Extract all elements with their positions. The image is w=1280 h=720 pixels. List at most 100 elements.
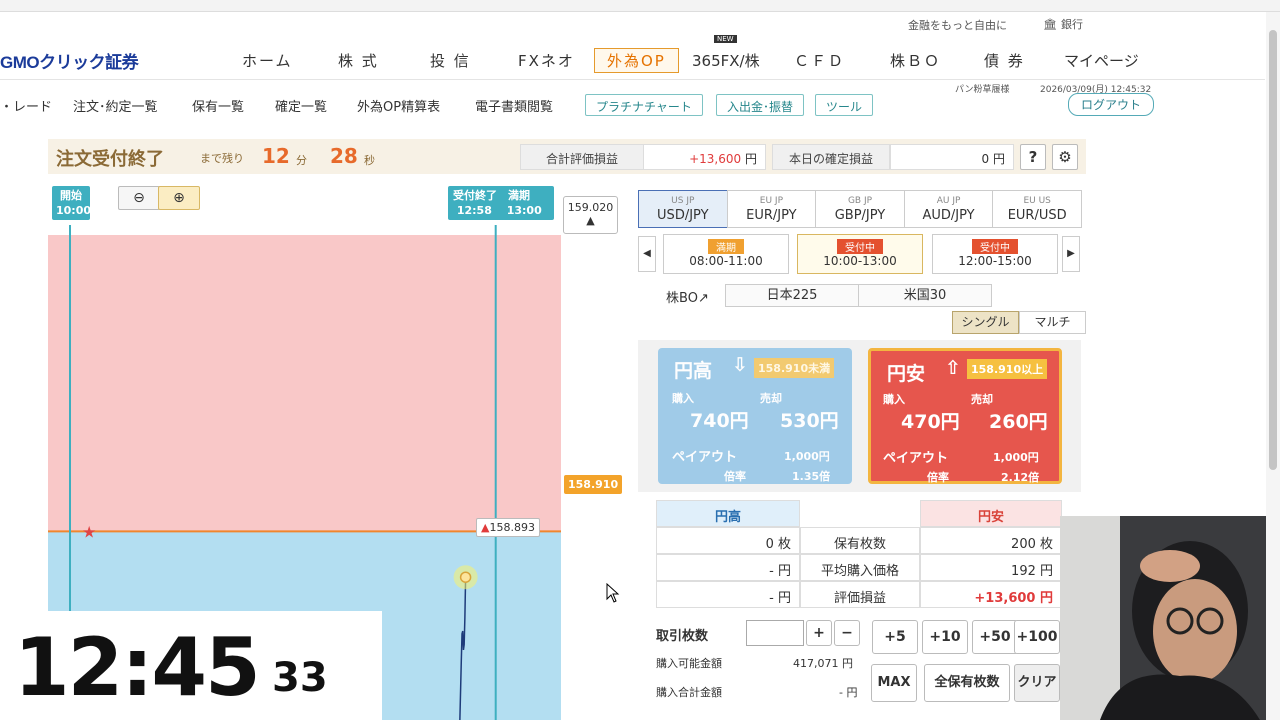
pair-label: AUD/JPY [922, 208, 975, 223]
us30-button[interactable]: 米国30 [858, 284, 992, 307]
deposit-button[interactable]: 入出金･振替 [716, 94, 805, 116]
start-marker-time: 10:00 [56, 204, 92, 217]
subnav-trade[interactable]: ・レード [0, 96, 52, 115]
time-slot-selector: ◀ 満期 08:00-11:00 受付中 10:00-13:00 受付中 12:00-… [638, 234, 1081, 274]
pair-label: GBP/JPY [834, 208, 886, 223]
mode-single-tab[interactable]: シングル [952, 311, 1019, 334]
buy-price[interactable]: 470円 [901, 407, 960, 434]
zoom-in-button[interactable]: ⊕ [158, 186, 200, 210]
pair-tab-gbpjpy[interactable]: GB JP GBP/JPY [815, 190, 905, 228]
expiry-marker-time: 13:00 [506, 204, 542, 217]
total-pl-label: 合計評価損益 [520, 144, 644, 170]
sell-price[interactable]: 260円 [989, 407, 1048, 434]
add-10-button[interactable]: +10 [922, 620, 968, 654]
pair-tab-audjpy[interactable]: AU JP AUD/JPY [903, 190, 994, 228]
end-marker-label: 受付終了 [453, 189, 497, 202]
yen-down-card[interactable]: 円安 ⇧ 158.910以上 購入 売却 470円 260円 ペイアウト 1,0… [868, 348, 1062, 484]
subnav-holdings[interactable]: 保有一覧 [192, 96, 244, 115]
mode-multi-tab[interactable]: マルチ [1019, 311, 1086, 334]
end-marker: 受付終了 満期 12:58 13:00 [448, 186, 554, 220]
scroll-up-icon: ▲ [586, 214, 595, 227]
pair-tab-eurusd[interactable]: EU US EUR/USD [992, 190, 1082, 228]
order-closed-title: 注文受付終了 [56, 149, 164, 170]
add-5-button[interactable]: +5 [872, 620, 918, 654]
user-name: パン粉草履様 [955, 85, 1010, 95]
payout-value: 1,000円 [784, 450, 830, 463]
settings-gear-icon[interactable]: ⚙ [1052, 144, 1078, 170]
nav-fxop[interactable]: 外為OP [594, 48, 679, 73]
start-marker-label: 開始 [60, 189, 82, 202]
slot-next-icon[interactable]: ▶ [1062, 236, 1080, 272]
time-slot-2[interactable]: 受付中 10:00-13:00 [797, 234, 923, 274]
current-price-dot [459, 571, 472, 583]
subnav-orders[interactable]: 注文･約定一覧 [73, 96, 158, 115]
quantity-area: 取引枚数 + − +5 +10 +50 +100 購入可能金額 417,071 … [656, 618, 1060, 718]
page-scrollbar[interactable] [1266, 12, 1280, 720]
nav-home[interactable]: ホーム [242, 50, 293, 71]
total-value: - 円 [839, 686, 858, 699]
external-arrow-icon: ↗ [697, 291, 709, 306]
logo[interactable]: GMOクリック証券 [0, 48, 139, 73]
buy-label: 購入 [672, 392, 694, 405]
row-label-pl: 評価損益 [800, 581, 920, 608]
sell-label: 売却 [971, 393, 993, 406]
scrollbar-thumb[interactable] [1269, 30, 1277, 470]
slot-time: 10:00-13:00 [823, 254, 897, 268]
nikkei225-button[interactable]: 日本225 [725, 284, 859, 307]
down-holdings: 200 枚 [920, 527, 1062, 554]
nav-funds[interactable]: 投 信 [430, 50, 471, 71]
stockbo-link[interactable]: 株BO↗ [666, 287, 709, 306]
card-title: 円安 [887, 363, 926, 385]
quantity-input[interactable] [746, 620, 804, 646]
remain-label: まで残り [200, 152, 244, 165]
sell-price[interactable]: 530円 [780, 406, 839, 433]
webcam-overlay [1060, 516, 1280, 720]
up-arrow-icon: ⇧ [945, 357, 961, 379]
bank-link[interactable]: 🏛 銀行 [1043, 16, 1083, 32]
sub-nav: ・レード 注文･約定一覧 保有一覧 確定一覧 外為OP精算表 電子書類閲覧 プラ… [0, 82, 1265, 128]
pair-tab-eurjpy[interactable]: EU JP EUR/JPY [726, 190, 817, 228]
nav-cfd[interactable]: ＣＦＤ [794, 50, 845, 71]
quantity-minus-button[interactable]: − [834, 620, 860, 646]
help-button[interactable]: ? [1020, 144, 1046, 170]
all-holdings-button[interactable]: 全保有枚数 [924, 664, 1010, 702]
nav-bonds[interactable]: 債 券 [984, 50, 1025, 71]
rate-value: 2.12倍 [1001, 471, 1040, 484]
add-100-button[interactable]: +100 [1014, 620, 1060, 654]
flag-icon: EU US [1023, 196, 1051, 206]
zoom-out-button[interactable]: ⊖ [118, 186, 160, 210]
rate-label: 倍率 [927, 471, 949, 484]
time-slot-3[interactable]: 受付中 12:00-15:00 [932, 234, 1058, 274]
nav-mypage[interactable]: マイページ [1064, 50, 1139, 71]
utility-bar: 金融をもっと自由に 🏛 銀行 [0, 12, 1265, 36]
logout-button[interactable]: ログアウト [1068, 93, 1155, 116]
top-price-scroll[interactable]: 159.020 ▲ [563, 196, 618, 234]
slot-prev-icon[interactable]: ◀ [638, 236, 656, 272]
slot-time: 12:00-15:00 [958, 254, 1032, 268]
max-button[interactable]: MAX [871, 664, 917, 702]
subnav-fxop-settle[interactable]: 外為OP精算表 [357, 96, 440, 115]
pair-tab-usdjpy[interactable]: US JP USD/JPY [638, 190, 728, 228]
quantity-plus-button[interactable]: + [806, 620, 832, 646]
total-pl-value: +13,600 [689, 152, 742, 166]
tools-button[interactable]: ツール [815, 94, 874, 116]
subnav-edocs[interactable]: 電子書類閲覧 [475, 96, 553, 115]
remain-seconds: 28 [330, 144, 358, 168]
add-50-button[interactable]: +50 [972, 620, 1018, 654]
top-price-value: 159.020 [567, 201, 614, 214]
payout-label: ペイアウト [672, 450, 738, 465]
nav-stockbo[interactable]: 株ＢＯ [890, 50, 941, 71]
platinum-chart-button[interactable]: プラチナチャート [585, 94, 703, 116]
buy-price[interactable]: 740円 [690, 406, 749, 433]
subnav-settled[interactable]: 確定一覧 [275, 96, 327, 115]
nav-stocks[interactable]: 株 式 [338, 50, 379, 71]
total-pl-unit: 円 [744, 152, 757, 166]
today-pl-unit: 円 [992, 152, 1005, 166]
nav-365fx[interactable]: 365FX/株 [692, 50, 760, 71]
nav-fxneo[interactable]: FXネオ [518, 50, 575, 71]
yen-up-card[interactable]: 円高 ⇩ 158.910未満 購入 売却 740円 530円 ペイアウト 1,0… [658, 348, 852, 484]
time-slot-1[interactable]: 満期 08:00-11:00 [663, 234, 789, 274]
stockbo-label: 株BO [666, 291, 698, 306]
flag-icon: US JP [671, 196, 695, 206]
clear-button[interactable]: クリア [1014, 664, 1060, 702]
